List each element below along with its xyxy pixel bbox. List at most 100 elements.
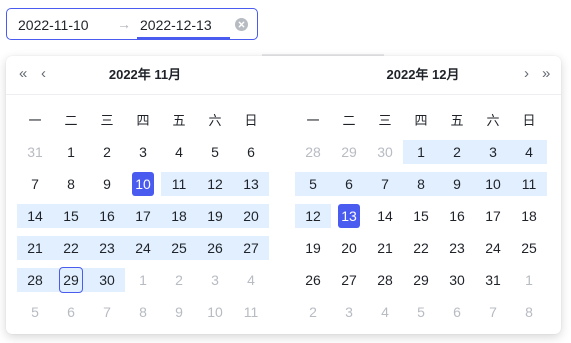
day-cell[interactable]: 12 <box>295 204 331 228</box>
day-cell[interactable]: 9 <box>439 172 475 196</box>
day-cell[interactable]: 27 <box>233 236 269 260</box>
day-cell[interactable]: 29 <box>403 268 439 292</box>
day-cell[interactable]: 21 <box>367 236 403 260</box>
day-number: 27 <box>341 272 357 288</box>
clear-icon[interactable] <box>235 18 248 31</box>
day-cell[interactable]: 10 <box>475 172 511 196</box>
day-cell[interactable]: 1 <box>403 140 439 164</box>
day-cell[interactable]: 15 <box>403 204 439 228</box>
day-cell[interactable]: 6 <box>439 300 475 324</box>
day-cell[interactable]: 10 <box>125 172 161 196</box>
day-number: 6 <box>345 176 353 192</box>
day-cell[interactable]: 17 <box>125 204 161 228</box>
day-cell[interactable]: 24 <box>125 236 161 260</box>
day-cell[interactable]: 5 <box>403 300 439 324</box>
day-cell[interactable]: 1 <box>511 268 547 292</box>
day-cell[interactable]: 3 <box>331 300 367 324</box>
day-cell[interactable]: 28 <box>295 140 331 164</box>
day-cell[interactable]: 22 <box>53 236 89 260</box>
calendar-title[interactable]: 2022年 11月 <box>6 67 284 83</box>
day-cell[interactable]: 19 <box>295 236 331 260</box>
day-cell[interactable]: 23 <box>439 236 475 260</box>
day-cell[interactable]: 25 <box>161 236 197 260</box>
day-cell[interactable]: 6 <box>53 300 89 324</box>
day-number: 11 <box>243 304 259 320</box>
day-cell[interactable]: 26 <box>295 268 331 292</box>
day-cell[interactable]: 4 <box>161 140 197 164</box>
day-cell[interactable]: 8 <box>125 300 161 324</box>
day-cell[interactable]: 3 <box>475 140 511 164</box>
calendar-title[interactable]: 2022年 12月 <box>284 67 561 83</box>
day-cell[interactable]: 16 <box>89 204 125 228</box>
day-cell[interactable]: 2 <box>295 300 331 324</box>
day-cell[interactable]: 7 <box>475 300 511 324</box>
day-cell[interactable]: 1 <box>53 140 89 164</box>
day-cell[interactable]: 26 <box>197 236 233 260</box>
day-number: 10 <box>135 176 151 192</box>
day-cell[interactable]: 11 <box>161 172 197 196</box>
weekday-label: 二 <box>64 113 78 128</box>
day-cell[interactable]: 3 <box>125 140 161 164</box>
day-cell[interactable]: 7 <box>17 172 53 196</box>
day-cell[interactable]: 21 <box>17 236 53 260</box>
day-cell[interactable]: 5 <box>197 140 233 164</box>
next-year-icon[interactable]: » <box>542 65 550 83</box>
day-cell[interactable]: 11 <box>233 300 269 324</box>
day-cell[interactable]: 8 <box>511 300 547 324</box>
day-cell[interactable]: 18 <box>511 204 547 228</box>
day-cell[interactable]: 11 <box>511 172 547 196</box>
day-cell[interactable]: 28 <box>367 268 403 292</box>
day-cell[interactable]: 2 <box>439 140 475 164</box>
end-date-value[interactable]: 2022-12-13 <box>140 17 212 33</box>
day-cell[interactable]: 4 <box>233 268 269 292</box>
day-cell[interactable]: 29 <box>53 267 89 293</box>
day-cell[interactable]: 6 <box>331 172 367 196</box>
day-cell[interactable]: 8 <box>403 172 439 196</box>
day-cell[interactable]: 9 <box>89 172 125 196</box>
day-cell[interactable]: 1 <box>125 268 161 292</box>
start-date-value[interactable]: 2022-11-10 <box>18 17 89 33</box>
day-cell[interactable]: 28 <box>17 268 53 292</box>
day-cell[interactable]: 10 <box>197 300 233 324</box>
day-cell[interactable]: 13 <box>233 172 269 196</box>
day-cell[interactable]: 15 <box>53 204 89 228</box>
day-cell[interactable]: 2 <box>161 268 197 292</box>
day-cell[interactable]: 5 <box>17 300 53 324</box>
day-cell[interactable]: 31 <box>475 268 511 292</box>
day-cell[interactable]: 13 <box>331 204 367 228</box>
day-cell[interactable]: 23 <box>89 236 125 260</box>
day-cell[interactable]: 27 <box>331 268 367 292</box>
day-cell[interactable]: 12 <box>197 172 233 196</box>
day-cell[interactable]: 8 <box>53 172 89 196</box>
day-cell[interactable]: 17 <box>475 204 511 228</box>
day-cell[interactable]: 19 <box>197 204 233 228</box>
day-cell[interactable]: 5 <box>295 172 331 196</box>
day-cell[interactable]: 30 <box>367 140 403 164</box>
day-cell[interactable]: 14 <box>367 204 403 228</box>
day-cell[interactable]: 7 <box>89 300 125 324</box>
day-cell[interactable]: 31 <box>17 140 53 164</box>
day-cell[interactable]: 14 <box>17 204 53 228</box>
day-cell[interactable]: 20 <box>331 236 367 260</box>
day-cell[interactable]: 20 <box>233 204 269 228</box>
day-cell[interactable]: 7 <box>367 172 403 196</box>
day-cell[interactable]: 4 <box>511 140 547 164</box>
day-cell[interactable]: 24 <box>475 236 511 260</box>
day-cell[interactable]: 30 <box>89 268 125 292</box>
day-cell[interactable]: 29 <box>331 140 367 164</box>
date-range-input[interactable]: 2022-11-10 → 2022-12-13 <box>6 8 258 40</box>
day-cell[interactable]: 25 <box>511 236 547 260</box>
day-cell[interactable]: 3 <box>197 268 233 292</box>
day-cell[interactable]: 30 <box>439 268 475 292</box>
day-cell[interactable]: 18 <box>161 204 197 228</box>
day-cell[interactable]: 2 <box>89 140 125 164</box>
day-number: 5 <box>309 176 317 192</box>
next-month-icon[interactable]: › <box>524 65 529 83</box>
day-cell[interactable]: 16 <box>439 204 475 228</box>
day-cell[interactable]: 22 <box>403 236 439 260</box>
day-number: 29 <box>413 272 429 288</box>
day-cell[interactable]: 4 <box>367 300 403 324</box>
day-number: 21 <box>27 240 43 256</box>
day-cell[interactable]: 6 <box>233 140 269 164</box>
day-cell[interactable]: 9 <box>161 300 197 324</box>
